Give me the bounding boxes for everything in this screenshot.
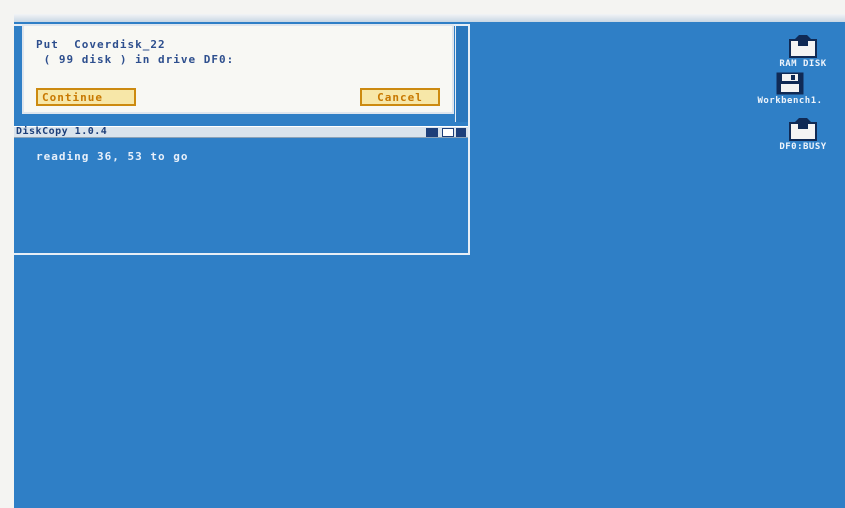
diskcopy-title-bar[interactable]: DiskCopy 1.0.4 xyxy=(14,126,468,138)
insert-disk-requester: Put Coverdisk_22 ( 99 disk ) in drive DF… xyxy=(22,24,454,114)
desktop-icon-workbench[interactable]: Workbench1. xyxy=(735,71,845,106)
df0-disk-label: DF0:BUSY xyxy=(779,142,827,152)
desktop-icon-ram-disk[interactable]: RAM DISK xyxy=(748,34,845,69)
requester-message-line-1: Put Coverdisk_22 xyxy=(36,38,166,51)
diskcopy-window-title: DiskCopy 1.0.4 xyxy=(16,126,108,137)
window-scroll-strip[interactable] xyxy=(455,26,468,122)
screen-title-bar[interactable] xyxy=(14,14,845,22)
continue-button[interactable]: Continue xyxy=(36,88,136,106)
ram-disk-label: RAM DISK xyxy=(779,59,827,69)
front-gadget-icon[interactable] xyxy=(456,128,466,137)
workbench-disk-icon xyxy=(776,72,804,95)
requester-message-line-2: ( 99 disk ) in drive DF0: xyxy=(36,53,235,66)
ram-disk-icon xyxy=(789,35,817,58)
desktop-icon-df0[interactable]: DF0:BUSY xyxy=(748,117,845,152)
workbench-disk-label: Workbench1. xyxy=(757,96,823,106)
zoom-gadget-icon[interactable] xyxy=(442,128,454,137)
diskcopy-status-text: reading 36, 53 to go xyxy=(36,150,189,163)
depth-gadget-icon[interactable] xyxy=(426,128,438,137)
floppy-disk-icon xyxy=(789,118,817,141)
cancel-button[interactable]: Cancel xyxy=(360,88,440,106)
workbench-screen: DiskCopy 1.0.4 reading 36, 53 to go Put … xyxy=(14,14,845,508)
